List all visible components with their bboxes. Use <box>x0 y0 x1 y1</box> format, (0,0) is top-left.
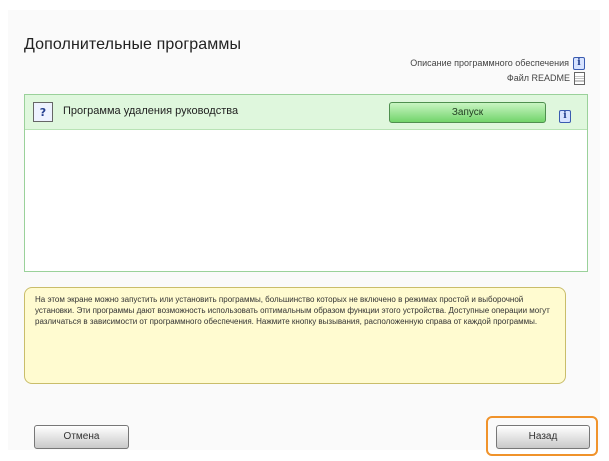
software-description-link[interactable]: Описание программного обеспечения i <box>410 56 585 71</box>
info-icon[interactable]: i <box>573 57 585 70</box>
program-label: Программа удаления руководства <box>63 105 239 117</box>
program-info-icon: ? <box>33 102 53 122</box>
program-list: ? Программа удаления руководства Запуск … <box>24 94 588 272</box>
program-info-button[interactable]: i <box>559 105 571 123</box>
document-icon[interactable] <box>574 72 585 85</box>
help-links: Описание программного обеспечения i Файл… <box>410 56 585 86</box>
back-button[interactable]: Назад <box>496 425 590 449</box>
readme-link[interactable]: Файл README <box>410 71 585 86</box>
software-description-label[interactable]: Описание программного обеспечения <box>410 56 569 71</box>
readme-label[interactable]: Файл README <box>507 71 570 86</box>
page-title: Дополнительные программы <box>24 36 242 53</box>
program-row: ? Программа удаления руководства Запуск … <box>25 95 587 130</box>
description-box: На этом экране можно запустить или устан… <box>24 287 566 384</box>
info-icon[interactable]: i <box>559 110 571 123</box>
cancel-button[interactable]: Отмена <box>34 425 129 449</box>
launch-button[interactable]: Запуск <box>389 102 546 123</box>
